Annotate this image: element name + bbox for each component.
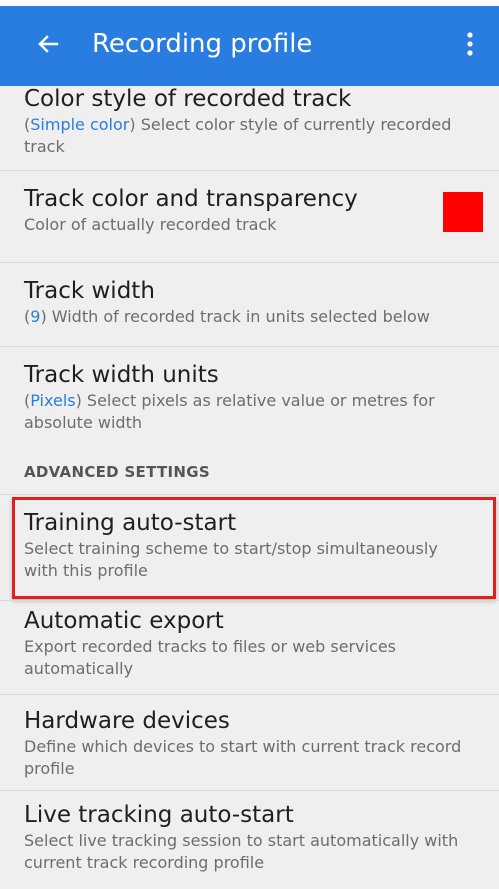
pref-summary-text: Width of recorded track in units selecte… [51, 307, 430, 326]
pref-title: Live tracking auto-start [24, 802, 294, 828]
pref-summary: Export recorded tracks to files or web s… [24, 637, 397, 678]
divider [0, 494, 499, 495]
more-vert-icon[interactable] [455, 24, 485, 64]
pref-value: Pixels [30, 391, 76, 410]
pref-track-color[interactable]: Track color and transparency Color of ac… [0, 184, 499, 260]
pref-title: Training auto-start [24, 510, 237, 536]
divider [0, 790, 499, 791]
recording-profile-screen: Recording profile Color style of recorde… [0, 0, 499, 889]
divider [0, 694, 499, 695]
section-header-advanced: ADVANCED SETTINGS [24, 463, 210, 481]
pref-track-width-units[interactable]: Track width units (Pixels) Select pixels… [0, 360, 499, 446]
divider [0, 346, 499, 347]
pref-color-style[interactable]: Color style of recorded track (Simple co… [0, 84, 499, 168]
divider [0, 170, 499, 171]
pref-title: Track color and transparency [24, 186, 358, 212]
pref-title: Track width [24, 278, 155, 304]
pref-summary: Define which devices to start with curre… [24, 737, 462, 778]
app-bar: Recording profile [0, 6, 499, 86]
pref-value: Simple color [30, 115, 130, 134]
pref-training-auto-start[interactable]: Training auto-start Select training sche… [0, 508, 499, 594]
pref-summary: Select live tracking session to start au… [24, 831, 459, 872]
pref-summary: Select training scheme to start/stop sim… [24, 539, 438, 580]
pref-summary: (Pixels) Select pixels as relative value… [24, 391, 435, 432]
pref-title: Hardware devices [24, 708, 230, 734]
divider [0, 262, 499, 263]
pref-summary: (9) Width of recorded track in units sel… [24, 307, 430, 326]
pref-summary: Color of actually recorded track [24, 215, 277, 234]
color-swatch [443, 192, 483, 232]
pref-live-tracking-auto-start[interactable]: Live tracking auto-start Select live tra… [0, 800, 499, 889]
pref-hardware-devices[interactable]: Hardware devices Define which devices to… [0, 706, 499, 790]
pref-title: Color style of recorded track [24, 86, 352, 112]
pref-track-width[interactable]: Track width (9) Width of recorded track … [0, 276, 499, 346]
pref-value: 9 [30, 307, 41, 326]
pref-summary-text: Select pixels as relative value or metre… [24, 391, 435, 432]
pref-title: Track width units [24, 362, 219, 388]
divider [0, 600, 499, 601]
page-title: Recording profile [92, 29, 313, 59]
pref-automatic-export[interactable]: Automatic export Export recorded tracks … [0, 606, 499, 696]
arrow-back-icon[interactable] [28, 24, 68, 64]
pref-summary: (Simple color) Select color style of cur… [24, 115, 452, 156]
pref-title: Automatic export [24, 608, 224, 634]
